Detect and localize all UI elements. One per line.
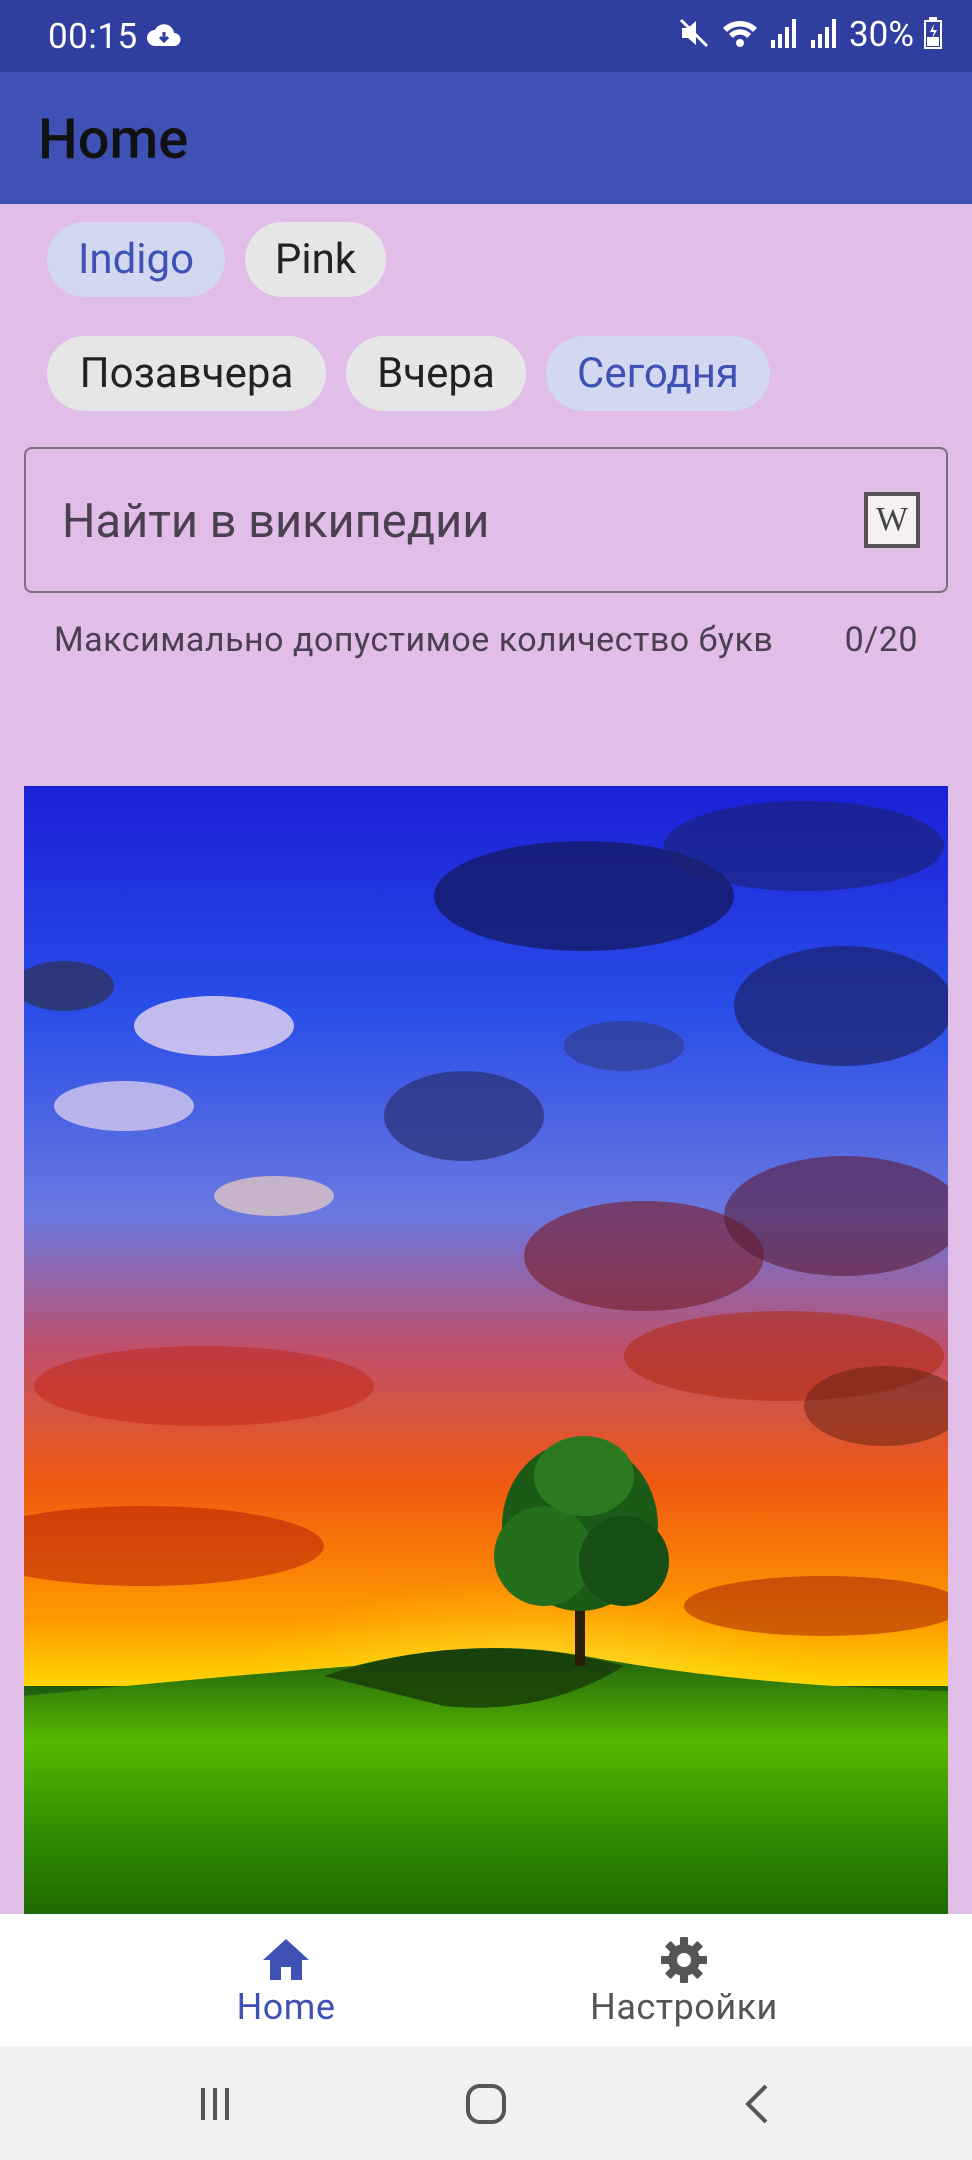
nav-settings-label: Настройки: [590, 1986, 778, 2028]
home-icon: [261, 1936, 311, 1986]
page-title: Home: [38, 106, 189, 172]
chip-pink[interactable]: Pink: [245, 222, 386, 297]
back-chevron-icon: [738, 2082, 778, 2130]
status-time: 00:15: [48, 16, 138, 57]
mute-icon: [677, 16, 711, 54]
wikipedia-icon[interactable]: W: [864, 492, 920, 548]
sunset-tree-image: [24, 786, 948, 1914]
signal-icon-2: [809, 16, 839, 54]
chip-day-before-yesterday[interactable]: Позавчера: [47, 336, 326, 411]
home-circle-icon: [464, 2082, 508, 2130]
recent-apps-icon: [195, 2084, 235, 2128]
wiki-search-field[interactable]: W: [24, 447, 948, 593]
helper-text: Максимально допустимое количество букв: [54, 620, 774, 660]
chip-today[interactable]: Сегодня: [546, 336, 770, 411]
chip-indigo[interactable]: Indigo: [47, 222, 225, 297]
battery-charging-icon: [924, 16, 942, 53]
gear-icon: [660, 1936, 708, 1988]
bottom-navigation: Home Настройки: [0, 1914, 972, 2046]
cloud-sync-icon: [146, 20, 182, 54]
nav-settings[interactable]: Настройки: [534, 1914, 834, 2046]
search-input[interactable]: [62, 489, 842, 553]
status-icons: 30%: [677, 14, 942, 55]
home-system-button[interactable]: [456, 2076, 516, 2136]
app-bar: Home: [0, 72, 972, 204]
back-button[interactable]: [728, 2076, 788, 2136]
nav-home[interactable]: Home: [136, 1914, 436, 2046]
battery-percent: 30%: [849, 14, 914, 55]
chip-yesterday[interactable]: Вчера: [346, 336, 526, 411]
wikipedia-icon-letter: W: [875, 501, 909, 538]
recent-apps-button[interactable]: [185, 2076, 245, 2136]
status-bar: 00:15 30%: [0, 0, 972, 72]
system-navigation-bar: [0, 2046, 972, 2160]
char-counter: 0/20: [844, 620, 918, 660]
nav-home-label: Home: [236, 1986, 336, 2028]
wifi-icon: [721, 16, 759, 54]
signal-icon-1: [769, 16, 799, 54]
